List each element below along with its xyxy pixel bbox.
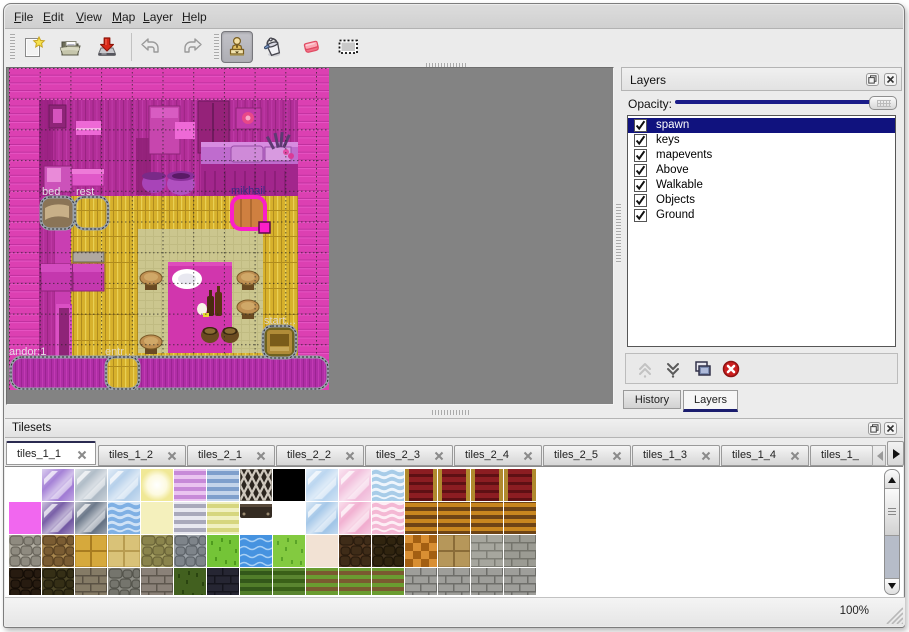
svg-text:mikhail: mikhail xyxy=(231,185,265,197)
svg-text:start…: start… xyxy=(264,315,296,327)
svg-text:rest: rest xyxy=(76,186,94,198)
svg-text:bed: bed xyxy=(42,186,60,198)
svg-text:entr…: entr… xyxy=(105,346,135,358)
svg-text:andor:1: andor:1 xyxy=(9,346,46,358)
